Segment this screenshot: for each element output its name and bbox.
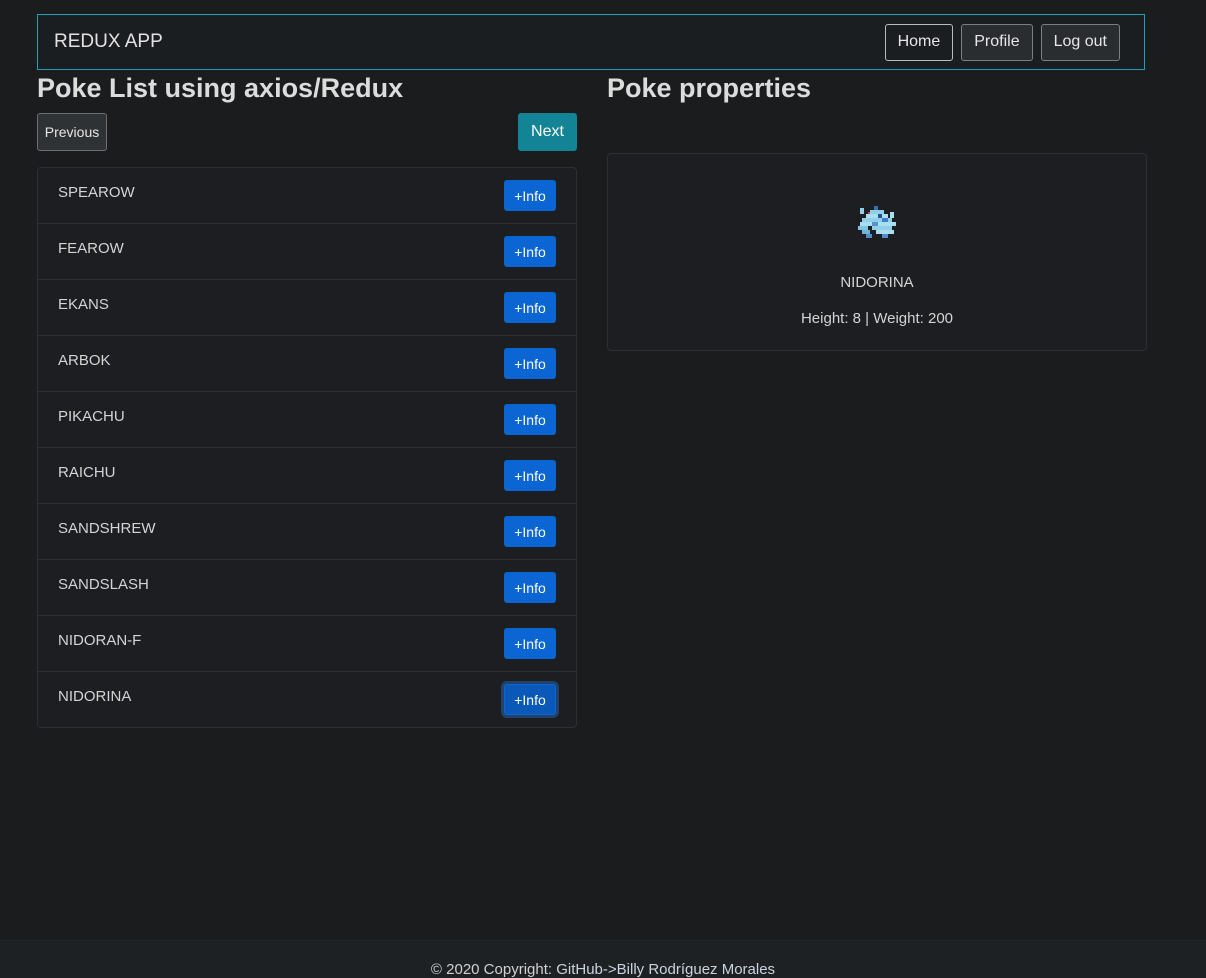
poke-name: NIDORINA — [840, 274, 914, 291]
poke-list-title: Poke List using axios/Redux — [37, 73, 404, 103]
list-item: SANDSLASH +Info — [38, 560, 576, 616]
poke-item-name: PIKACHU — [58, 408, 125, 425]
list-item: SANDSHREW +Info — [38, 504, 576, 560]
poke-item-name: NIDORINA — [58, 688, 132, 705]
nidorina-sprite-icon — [858, 206, 896, 238]
info-button[interactable]: +Info — [504, 404, 556, 435]
copyright-text: © 2020 Copyright: — [430, 961, 557, 978]
weight-value: 200 — [928, 310, 954, 327]
list-item: NIDORINA +Info — [38, 672, 576, 727]
info-button[interactable]: +Info — [504, 628, 556, 659]
poke-stats: Height: 8 | Weight: 200 — [608, 310, 1146, 327]
poke-item-name: SANDSHREW — [58, 520, 156, 537]
poke-item-name: SPEAROW — [58, 184, 135, 201]
nav-buttons: Home Profile Log out — [884, 23, 1120, 61]
poke-item-name: NIDORAN-F — [58, 632, 142, 649]
info-button[interactable]: +Info — [504, 516, 556, 547]
navbar: REDUX APP Home Profile Log out — [37, 14, 1145, 70]
list-item: SPEAROW +Info — [38, 168, 576, 224]
weight-label: Weight: — [873, 310, 928, 327]
poke-item-name: FEAROW — [58, 240, 124, 257]
stats-separator: | — [861, 310, 874, 327]
poke-properties-card: NIDORINA Height: 8 | Weight: 200 — [607, 153, 1147, 351]
info-button[interactable]: +Info — [504, 684, 556, 715]
list-item: ARBOK +Info — [38, 336, 576, 392]
info-button[interactable]: +Info — [504, 460, 556, 491]
list-item: FEAROW +Info — [38, 224, 576, 280]
logout-button[interactable]: Log out — [1040, 23, 1120, 61]
list-item: EKANS +Info — [38, 280, 576, 336]
brand-title[interactable]: REDUX APP — [54, 31, 163, 53]
github-link[interactable]: GitHub->Billy Rodríguez Morales — [556, 961, 775, 978]
info-button[interactable]: +Info — [504, 236, 556, 267]
poke-item-name: EKANS — [58, 296, 109, 313]
footer: © 2020 Copyright: GitHub->Billy Rodrígue… — [0, 940, 1206, 978]
home-button[interactable]: Home — [884, 23, 954, 61]
poke-list: SPEAROW +Info FEAROW +Info EKANS +Info ARBOK +I… — [37, 167, 577, 728]
info-button[interactable]: +Info — [504, 180, 556, 211]
list-item: RAICHU +Info — [38, 448, 576, 504]
previous-button[interactable]: Previous — [37, 113, 107, 151]
poke-item-name: ARBOK — [58, 352, 111, 369]
height-value: 8 — [852, 310, 862, 327]
profile-button[interactable]: Profile — [961, 23, 1033, 61]
info-button[interactable]: +Info — [504, 572, 556, 603]
next-button[interactable]: Next — [518, 113, 577, 151]
height-label: Height: — [800, 310, 853, 327]
info-button[interactable]: +Info — [504, 292, 556, 323]
poke-item-name: RAICHU — [58, 464, 116, 481]
poke-item-name: SANDSLASH — [58, 576, 149, 593]
list-item: NIDORAN-F +Info — [38, 616, 576, 672]
list-item: PIKACHU +Info — [38, 392, 576, 448]
footer-text: © 2020 Copyright: GitHub->Billy Rodrígue… — [0, 961, 1206, 978]
info-button[interactable]: +Info — [504, 348, 556, 379]
poke-properties-title: Poke properties — [607, 73, 812, 103]
